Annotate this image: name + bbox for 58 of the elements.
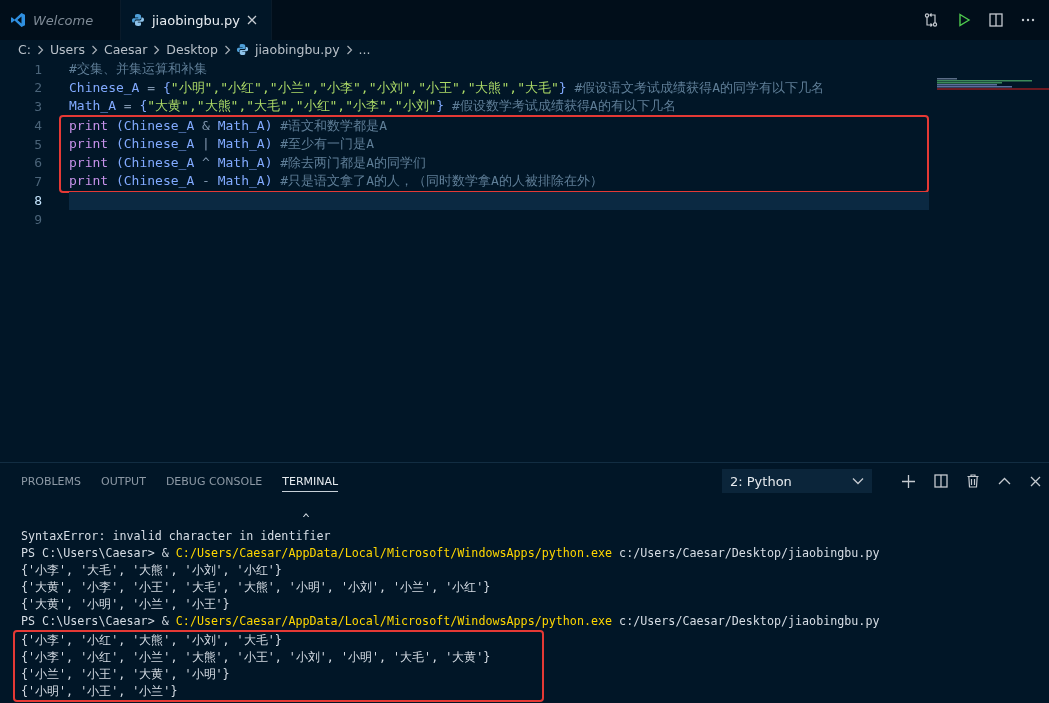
line-number: 1 (33, 61, 43, 77)
line-number: 5 (33, 136, 43, 152)
code-line: Math_A = {"大黄","大熊","大毛","小红","小李","小刘"} #假设数学考试成绩获得A的有以下几名 (69, 97, 676, 116)
breadcrumb-item[interactable]: jiaobingbu.py (253, 42, 341, 57)
code-line: print (Chinese_A | Math_A) #至少有一门是A (69, 135, 374, 154)
vscode-logo-icon (10, 12, 26, 28)
split-editor-icon[interactable] (989, 13, 1003, 27)
compare-changes-icon[interactable] (923, 12, 939, 28)
line-number: 8 (33, 193, 43, 209)
panel-tab[interactable]: TERMINAL (282, 470, 339, 492)
chevron-up-icon[interactable] (998, 477, 1011, 485)
close-icon[interactable] (247, 15, 258, 25)
breadcrumb-item[interactable]: ... (357, 42, 372, 57)
terminal-line: ^ (301, 511, 311, 528)
chevron-right-icon (90, 44, 98, 55)
more-actions-icon[interactable] (1021, 18, 1035, 22)
line-number: 7 (33, 173, 43, 189)
close-icon[interactable] (1030, 475, 1041, 487)
panel-tab[interactable]: PROBLEMS (21, 470, 82, 492)
split-terminal-icon[interactable] (934, 474, 948, 488)
terminal-dropdown[interactable]: 2: Python (722, 469, 872, 493)
panel-tab[interactable]: DEBUG CONSOLE (165, 470, 263, 492)
terminal-line: SyntaxError: invalid character in identifier (21, 528, 332, 545)
chevron-right-icon (345, 44, 353, 55)
breadcrumb-item[interactable]: Caesar (102, 42, 149, 57)
chevron-right-icon (223, 44, 231, 55)
run-icon[interactable] (957, 13, 971, 27)
terminal-line: {'小李', '小红', '大熊', '小刘', '大毛'} (21, 632, 283, 649)
line-number: 9 (33, 211, 43, 227)
breadcrumb-item[interactable]: Users (48, 42, 86, 57)
breadcrumb-item[interactable]: C: (17, 42, 32, 57)
line-number: 6 (33, 155, 43, 171)
code-line: print (Chinese_A & Math_A) #语文和数学都是A (69, 116, 387, 135)
terminal-line: {'大黄', '小李', '小王', '大毛', '大熊', '小明', '小刘', '小兰', '小红'} (21, 579, 492, 596)
terminal-command-line: PS C:\Users\Caesar> & C:/Users/Caesar/AppData/Local/Microsoft/WindowsApps/python.exe c:/Users/Caesar/Desktop/jiaobingbu.py (21, 545, 881, 562)
line-number: 4 (33, 118, 43, 134)
breadcrumb-item[interactable]: Desktop (165, 42, 219, 57)
terminal-line: {'小明', '小王', '小兰'} (21, 683, 179, 700)
chevron-down-icon (852, 477, 864, 485)
chevron-right-icon (153, 44, 161, 55)
line-number: 3 (33, 98, 43, 114)
terminal-line: {'大黄', '小明', '小兰', '小王'} (21, 596, 231, 613)
terminal-command-line: PS C:\Users\Caesar> & C:/Users/Caesar/AppData/Local/Microsoft/WindowsApps/python.exe c:/Users/Caesar/Desktop/jiaobingbu.py (21, 613, 881, 630)
terminal-line: {'小兰', '小王', '大黄', '小明'} (21, 666, 231, 683)
chevron-right-icon (36, 44, 44, 55)
python-file-icon (235, 43, 249, 56)
trash-icon[interactable] (967, 474, 979, 488)
line-number: 2 (33, 80, 43, 96)
python-file-icon (131, 13, 145, 27)
code-line: Chinese_A = {"小明","小红","小兰","小李","小刘","小王","大熊","大毛"} #假设语文考试成绩获得A的同学有以下几名 (69, 78, 825, 97)
code-line: print (Chinese_A - Math_A) #只是语文拿了A的人，（同时数学拿A的人被排除在外） (69, 172, 603, 191)
code-line: print (Chinese_A ^ Math_A) #除去两门都是A的同学们 (69, 153, 426, 172)
code-line: #交集、并集运算和补集 (69, 60, 207, 79)
editor-tab[interactable]: jiaobingbu.py (121, 0, 273, 40)
panel-tab[interactable]: OUTPUT (101, 470, 146, 492)
plus-icon[interactable] (902, 474, 915, 488)
terminal-line: {'小李', '大毛', '大熊', '小刘', '小红'} (21, 562, 283, 579)
terminal-line: {'小李', '小红', '小兰', '大熊', '小王', '小刘', '小明', '大毛', '大黄'} (21, 649, 492, 666)
